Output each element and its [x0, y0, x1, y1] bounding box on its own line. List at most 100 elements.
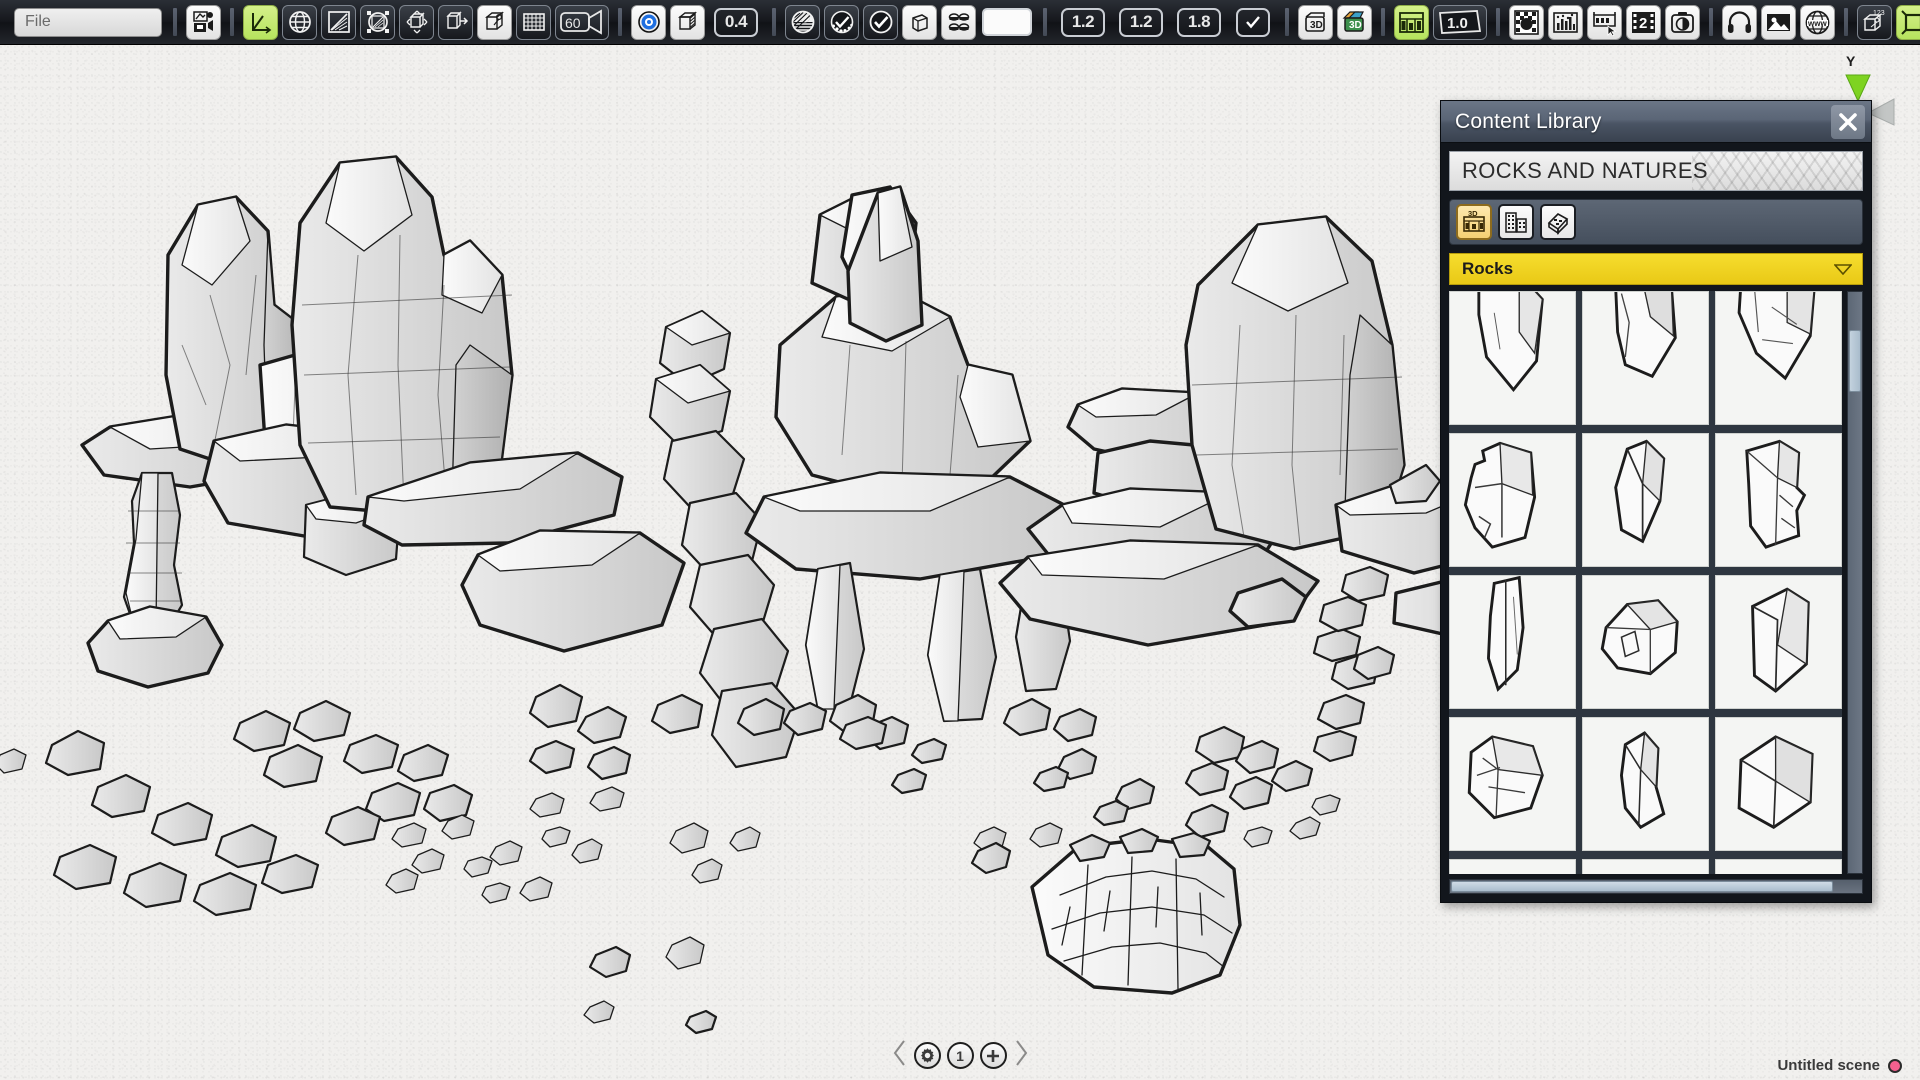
- content-3d-button[interactable]: 3D: [1298, 4, 1333, 40]
- cube-rotate-icon: [406, 10, 427, 34]
- gradient-plane-button[interactable]: [321, 4, 356, 40]
- thumbnail-rock-06[interactable]: [1715, 433, 1842, 567]
- sphere-hatch-icon: [791, 10, 814, 34]
- four-dots-button[interactable]: [941, 4, 976, 40]
- rock-thumb-icon: [1467, 735, 1544, 820]
- line-weight-3-field[interactable]: 1.8: [1172, 5, 1226, 40]
- zoom-level-button[interactable]: 1.0: [1433, 4, 1487, 40]
- checker-button[interactable]: [1509, 4, 1544, 40]
- breadcrumb-hatch-pattern: [1692, 152, 1862, 190]
- cube-outline-icon: [911, 14, 928, 32]
- equalizer-button[interactable]: [1548, 4, 1583, 40]
- audio-button[interactable]: [1722, 4, 1757, 40]
- tab-3d-models[interactable]: 3D: [1456, 204, 1492, 240]
- globe-rotate-button[interactable]: [282, 4, 317, 40]
- page-number-indicator[interactable]: 1: [946, 1042, 974, 1069]
- camera-fov-button[interactable]: 60: [555, 4, 609, 40]
- category-header-rocks[interactable]: Rocks: [1449, 253, 1863, 285]
- breadcrumb-label: ROCKS AND NATURES: [1462, 158, 1708, 183]
- vertical-scrollbar[interactable]: [1847, 291, 1863, 874]
- thumbnail-rock-09[interactable]: [1715, 575, 1842, 709]
- tab-buildings[interactable]: [1498, 204, 1534, 240]
- cube-numbers-button[interactable]: 123: [1857, 4, 1892, 40]
- grid-button[interactable]: [516, 4, 551, 40]
- thumbnail-rock-14[interactable]: [1582, 859, 1709, 874]
- transform-handles-icon: [1901, 9, 1920, 35]
- thumbnail-rock-13[interactable]: [1449, 859, 1576, 874]
- film-strip-button[interactable]: 2: [1626, 4, 1661, 40]
- content-library-tabbar: 3D: [1449, 199, 1863, 245]
- shading-hatch-button[interactable]: [785, 4, 820, 40]
- check-circle-icon: [869, 10, 892, 34]
- camera-capture-button[interactable]: [1665, 4, 1700, 40]
- save-render-icon: [192, 11, 213, 32]
- vertical-scrollbar-thumb[interactable]: [1849, 330, 1861, 392]
- cube-point-button[interactable]: [477, 4, 512, 40]
- thumbnail-rock-08[interactable]: [1582, 575, 1709, 709]
- thumbnail-rock-05[interactable]: [1582, 433, 1709, 567]
- cube-shade-button[interactable]: [670, 4, 705, 40]
- chevron-left-icon: [893, 1040, 905, 1066]
- gizmo-y-label: Y: [1846, 53, 1856, 69]
- add-page-button[interactable]: [979, 1042, 1007, 1069]
- prev-page-button[interactable]: [892, 1039, 908, 1072]
- gradient-square-icon: [327, 11, 350, 33]
- content-library-titlebar[interactable]: Content Library: [1441, 101, 1871, 143]
- rock-thumb-icon: [1620, 731, 1666, 830]
- grid-icon: [522, 13, 545, 31]
- record-status-dot[interactable]: [1888, 1058, 1902, 1073]
- horizontal-scrollbar[interactable]: [1449, 879, 1863, 894]
- rock-thumb-icon: [1487, 576, 1525, 692]
- transform-handles-button[interactable]: [1896, 4, 1920, 40]
- cube-rotate-button[interactable]: [399, 4, 434, 40]
- next-page-button[interactable]: [1013, 1039, 1029, 1072]
- thumbnail-rock-03[interactable]: [1715, 291, 1842, 425]
- thumbnail-rock-15[interactable]: [1715, 859, 1842, 874]
- thumbnail-rock-11[interactable]: [1582, 717, 1709, 851]
- content-library-panel: Content Library ROCKS AND NATURES 3D Roc…: [1440, 100, 1872, 903]
- page-settings-button[interactable]: [913, 1042, 941, 1069]
- thumbnail-rock-10[interactable]: [1449, 717, 1576, 851]
- banner-button[interactable]: [1587, 4, 1622, 40]
- image-button[interactable]: [1761, 4, 1796, 40]
- shading-dotted-button[interactable]: [824, 4, 859, 40]
- sphere-crop-button[interactable]: [360, 4, 395, 40]
- chevron-down-icon[interactable]: [1834, 263, 1852, 275]
- line-weight-1-box: 1.2: [1061, 7, 1105, 37]
- checker-sphere-icon: [1514, 9, 1539, 35]
- thumbnail-rock-02[interactable]: [1582, 291, 1709, 425]
- line-toggle-button[interactable]: [1230, 5, 1276, 40]
- opacity-value: 0.4: [724, 12, 748, 31]
- line-weight-1-field[interactable]: 1.2: [1056, 5, 1110, 40]
- content-3d-color-button[interactable]: 3D: [1337, 4, 1372, 40]
- svg-text:123: 123: [1873, 10, 1885, 17]
- horizontal-scrollbar-thumb[interactable]: [1451, 881, 1833, 892]
- cube-outline-button[interactable]: [902, 4, 937, 40]
- globe-icon: [288, 11, 311, 33]
- model-3d-icon: 3D: [1463, 209, 1485, 232]
- toolbar-separator: [1844, 8, 1848, 36]
- shading-check-button[interactable]: [863, 4, 898, 40]
- web-button[interactable]: www: [1800, 4, 1835, 40]
- close-icon: [1839, 112, 1857, 131]
- save-render-button[interactable]: [186, 4, 221, 40]
- rock-thumb-icon: [1745, 439, 1807, 549]
- line-weight-3-box: 1.8: [1177, 7, 1221, 37]
- close-button[interactable]: [1831, 104, 1865, 139]
- target-button[interactable]: [631, 4, 666, 40]
- tab-materials[interactable]: [1540, 204, 1576, 240]
- line-weight-2-field[interactable]: 1.2: [1114, 5, 1168, 40]
- color-swatch-button[interactable]: [980, 5, 1034, 40]
- layers-button[interactable]: [1394, 4, 1429, 40]
- thumbnail-rock-12[interactable]: [1715, 717, 1842, 851]
- opacity-field[interactable]: 0.4: [709, 5, 763, 40]
- thumbnail-rock-07[interactable]: [1449, 575, 1576, 709]
- breadcrumb[interactable]: ROCKS AND NATURES: [1449, 151, 1863, 191]
- thumbnail-rock-01[interactable]: [1449, 291, 1576, 425]
- axis-tool-button[interactable]: [243, 4, 278, 40]
- thumbnail-rock-04[interactable]: [1449, 433, 1576, 567]
- cube-move-button[interactable]: [438, 4, 473, 40]
- thumbnail-grid-wrapper: [1449, 291, 1863, 874]
- cobblestone-tile: [1030, 827, 1242, 995]
- file-menu-dropdown[interactable]: File: [14, 7, 162, 37]
